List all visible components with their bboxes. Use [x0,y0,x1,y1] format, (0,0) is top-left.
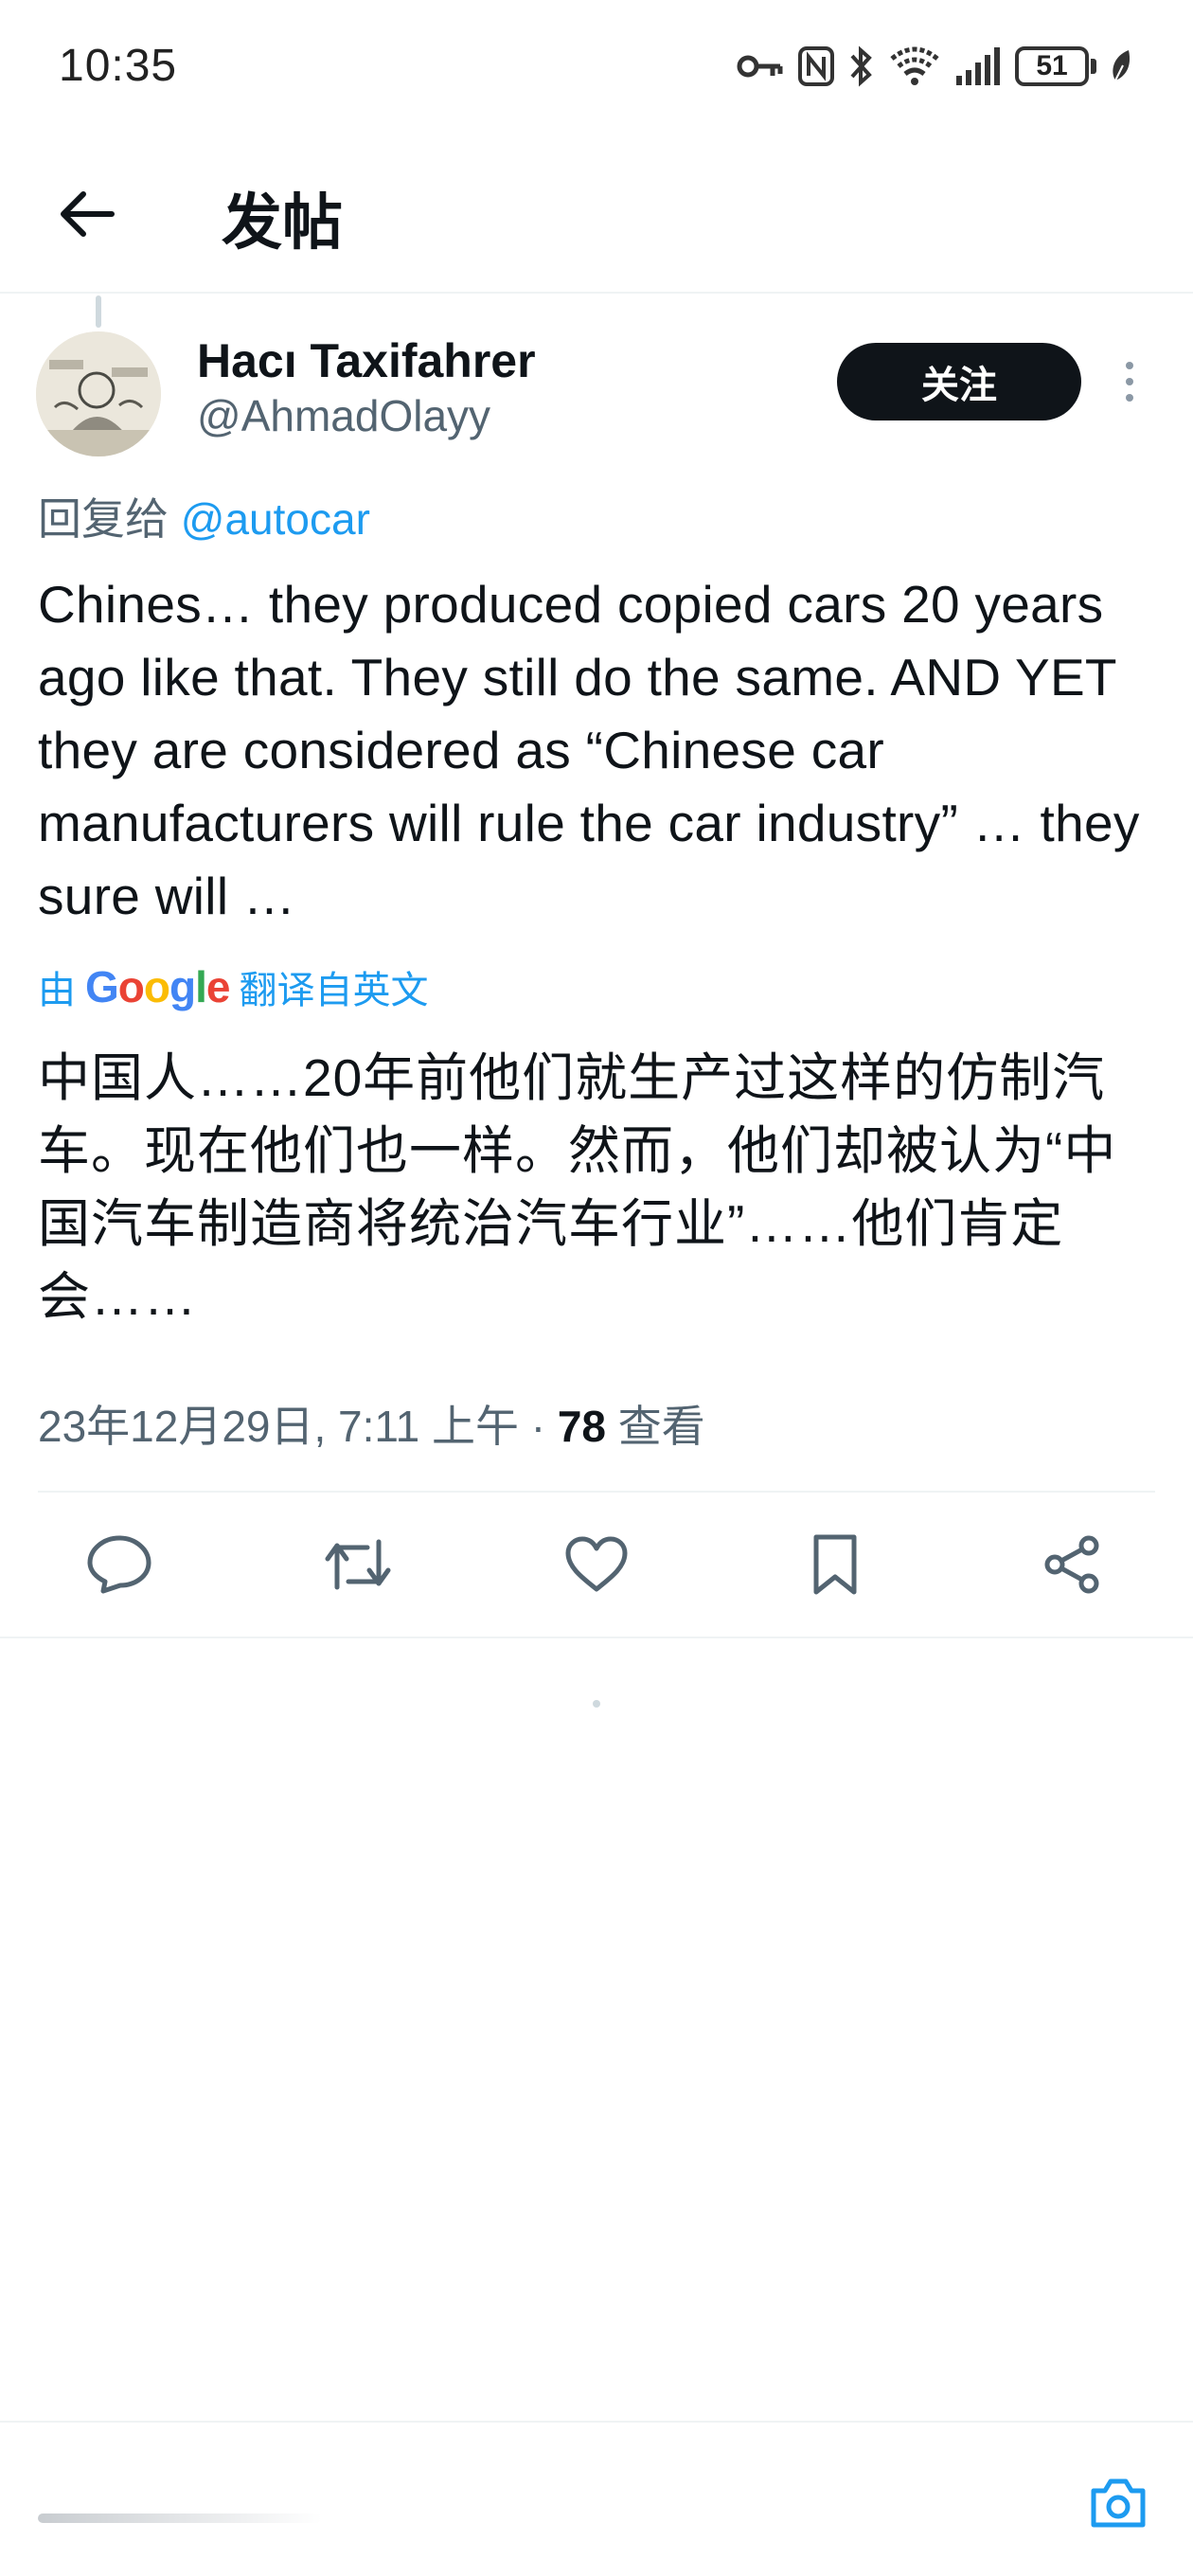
bluetooth-icon [848,42,875,91]
share-icon [1044,1535,1099,1594]
google-logo: Google [85,962,230,1011]
camera-icon [1091,2478,1146,2528]
loading-indicator [593,1700,600,1708]
camera-button[interactable] [1087,2472,1149,2534]
views-count: 78 [557,1402,607,1451]
back-button[interactable] [49,176,125,252]
bookmark-icon [813,1534,857,1595]
share-button[interactable] [1032,1525,1112,1604]
signal-icon [954,42,1002,91]
battery-icon: 51 [1015,46,1096,86]
reply-bar [0,2421,1193,2576]
reply-to: 回复给 @autocar [38,485,370,547]
follow-button[interactable]: 关注 [837,343,1081,420]
reply-prefix: 回复给 [38,494,181,544]
translated-suffix: 翻译自英文 [239,970,429,1011]
action-bar [0,1515,1193,1614]
tweet-meta: 23年12月29日, 7:11 上午 · 78 查看 [38,1392,705,1455]
translated-text: 中国人……20年前他们就生产过这样的仿制汽车。现在他们也一样。然而，他们却被认为… [38,1048,1117,1326]
status-time: 10:35 [59,41,178,91]
battery-level: 51 [1015,46,1089,86]
key-icon [737,42,784,91]
more-options-icon[interactable] [1110,352,1149,411]
tweet-text: Chines… they produced copied cars 20 yea… [38,575,1140,925]
author-handle[interactable]: @AhmadOlayy [197,390,490,441]
status-icons: 51 [737,38,1134,95]
retweet-icon [325,1539,391,1590]
like-icon [565,1536,628,1592]
reply-input[interactable] [38,2513,322,2523]
header: 发帖 [0,140,1193,294]
like-button[interactable] [557,1525,636,1604]
avatar[interactable] [36,331,161,456]
translation-attribution[interactable]: 由 Google 翻译自英文 [38,958,428,1015]
divider [38,1491,1155,1493]
tweet-date: 23年12月29日, 7:11 上午 · [38,1402,558,1451]
page-title: 发帖 [222,188,343,257]
arrow-left-icon [61,191,115,237]
status-bar: 10:35 51 [0,0,1193,140]
wifi-icon [888,42,941,91]
thread-line [96,295,101,328]
translated-prefix: 由 [38,970,76,1011]
reply-button[interactable] [80,1525,159,1604]
reply-icon [87,1535,151,1594]
bookmark-button[interactable] [795,1525,875,1604]
nfc-icon [797,42,835,91]
views-label: 查看 [606,1402,705,1451]
retweet-button[interactable] [318,1525,398,1604]
divider [0,1637,1193,1638]
leaf-icon [1110,42,1134,91]
author-name[interactable]: Hacı Taxifahrer [197,333,536,388]
reply-to-link[interactable]: @autocar [181,494,370,544]
